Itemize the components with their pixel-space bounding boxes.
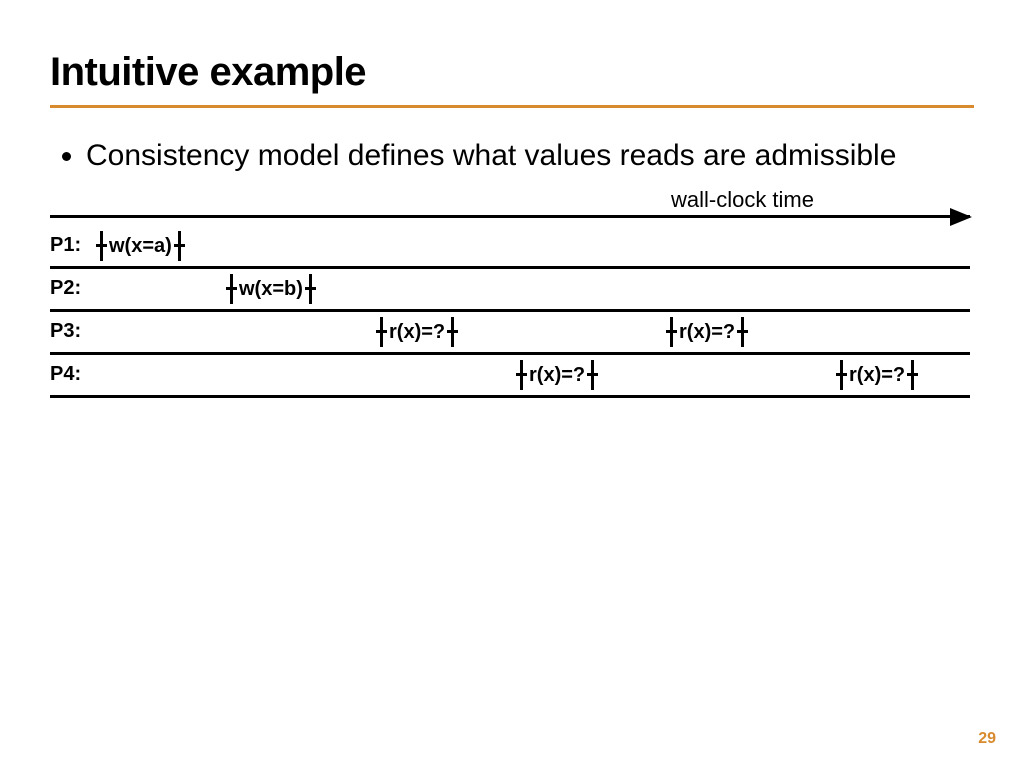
timeline-diagram: wall-clock time P1: w(x=a) P2: w(x=b) P3… (50, 215, 974, 398)
page-number: 29 (978, 730, 996, 748)
op-p3-1: r(x)=? (670, 316, 744, 348)
bullet-1: Consistency model defines what values re… (86, 136, 974, 175)
tick-icon (380, 317, 383, 347)
process-label-p2: P2: (50, 277, 81, 300)
tick-icon (178, 231, 181, 261)
op-text: r(x)=? (383, 321, 451, 344)
time-axis-arrow (50, 215, 970, 218)
tick-icon (591, 360, 594, 390)
title-rule (50, 105, 974, 108)
op-p3-0: r(x)=? (380, 316, 454, 348)
process-label-p3: P3: (50, 320, 81, 343)
row-p3: P3: r(x)=? r(x)=? (50, 312, 970, 355)
op-p1-0: w(x=a) (100, 230, 181, 262)
op-p2-0: w(x=b) (230, 273, 312, 305)
op-p4-0: r(x)=? (520, 359, 594, 391)
row-p1: P1: w(x=a) (50, 226, 970, 269)
op-p4-1: r(x)=? (840, 359, 914, 391)
body-list: Consistency model defines what values re… (50, 136, 974, 175)
op-text: w(x=b) (233, 278, 309, 301)
tick-icon (100, 231, 103, 261)
tick-icon (911, 360, 914, 390)
op-text: r(x)=? (523, 364, 591, 387)
tick-icon (741, 317, 744, 347)
tick-icon (520, 360, 523, 390)
op-text: w(x=a) (103, 235, 178, 258)
row-p2: P2: w(x=b) (50, 269, 970, 312)
op-text: r(x)=? (843, 364, 911, 387)
process-label-p1: P1: (50, 234, 81, 257)
tick-icon (840, 360, 843, 390)
slide-title: Intuitive example (50, 50, 974, 95)
tick-icon (309, 274, 312, 304)
tick-icon (230, 274, 233, 304)
op-text: r(x)=? (673, 321, 741, 344)
tick-icon (451, 317, 454, 347)
row-p4: P4: r(x)=? r(x)=? (50, 355, 970, 398)
tick-icon (670, 317, 673, 347)
clock-label: wall-clock time (671, 187, 814, 213)
slide: Intuitive example Consistency model defi… (0, 0, 1024, 768)
process-label-p4: P4: (50, 363, 81, 386)
